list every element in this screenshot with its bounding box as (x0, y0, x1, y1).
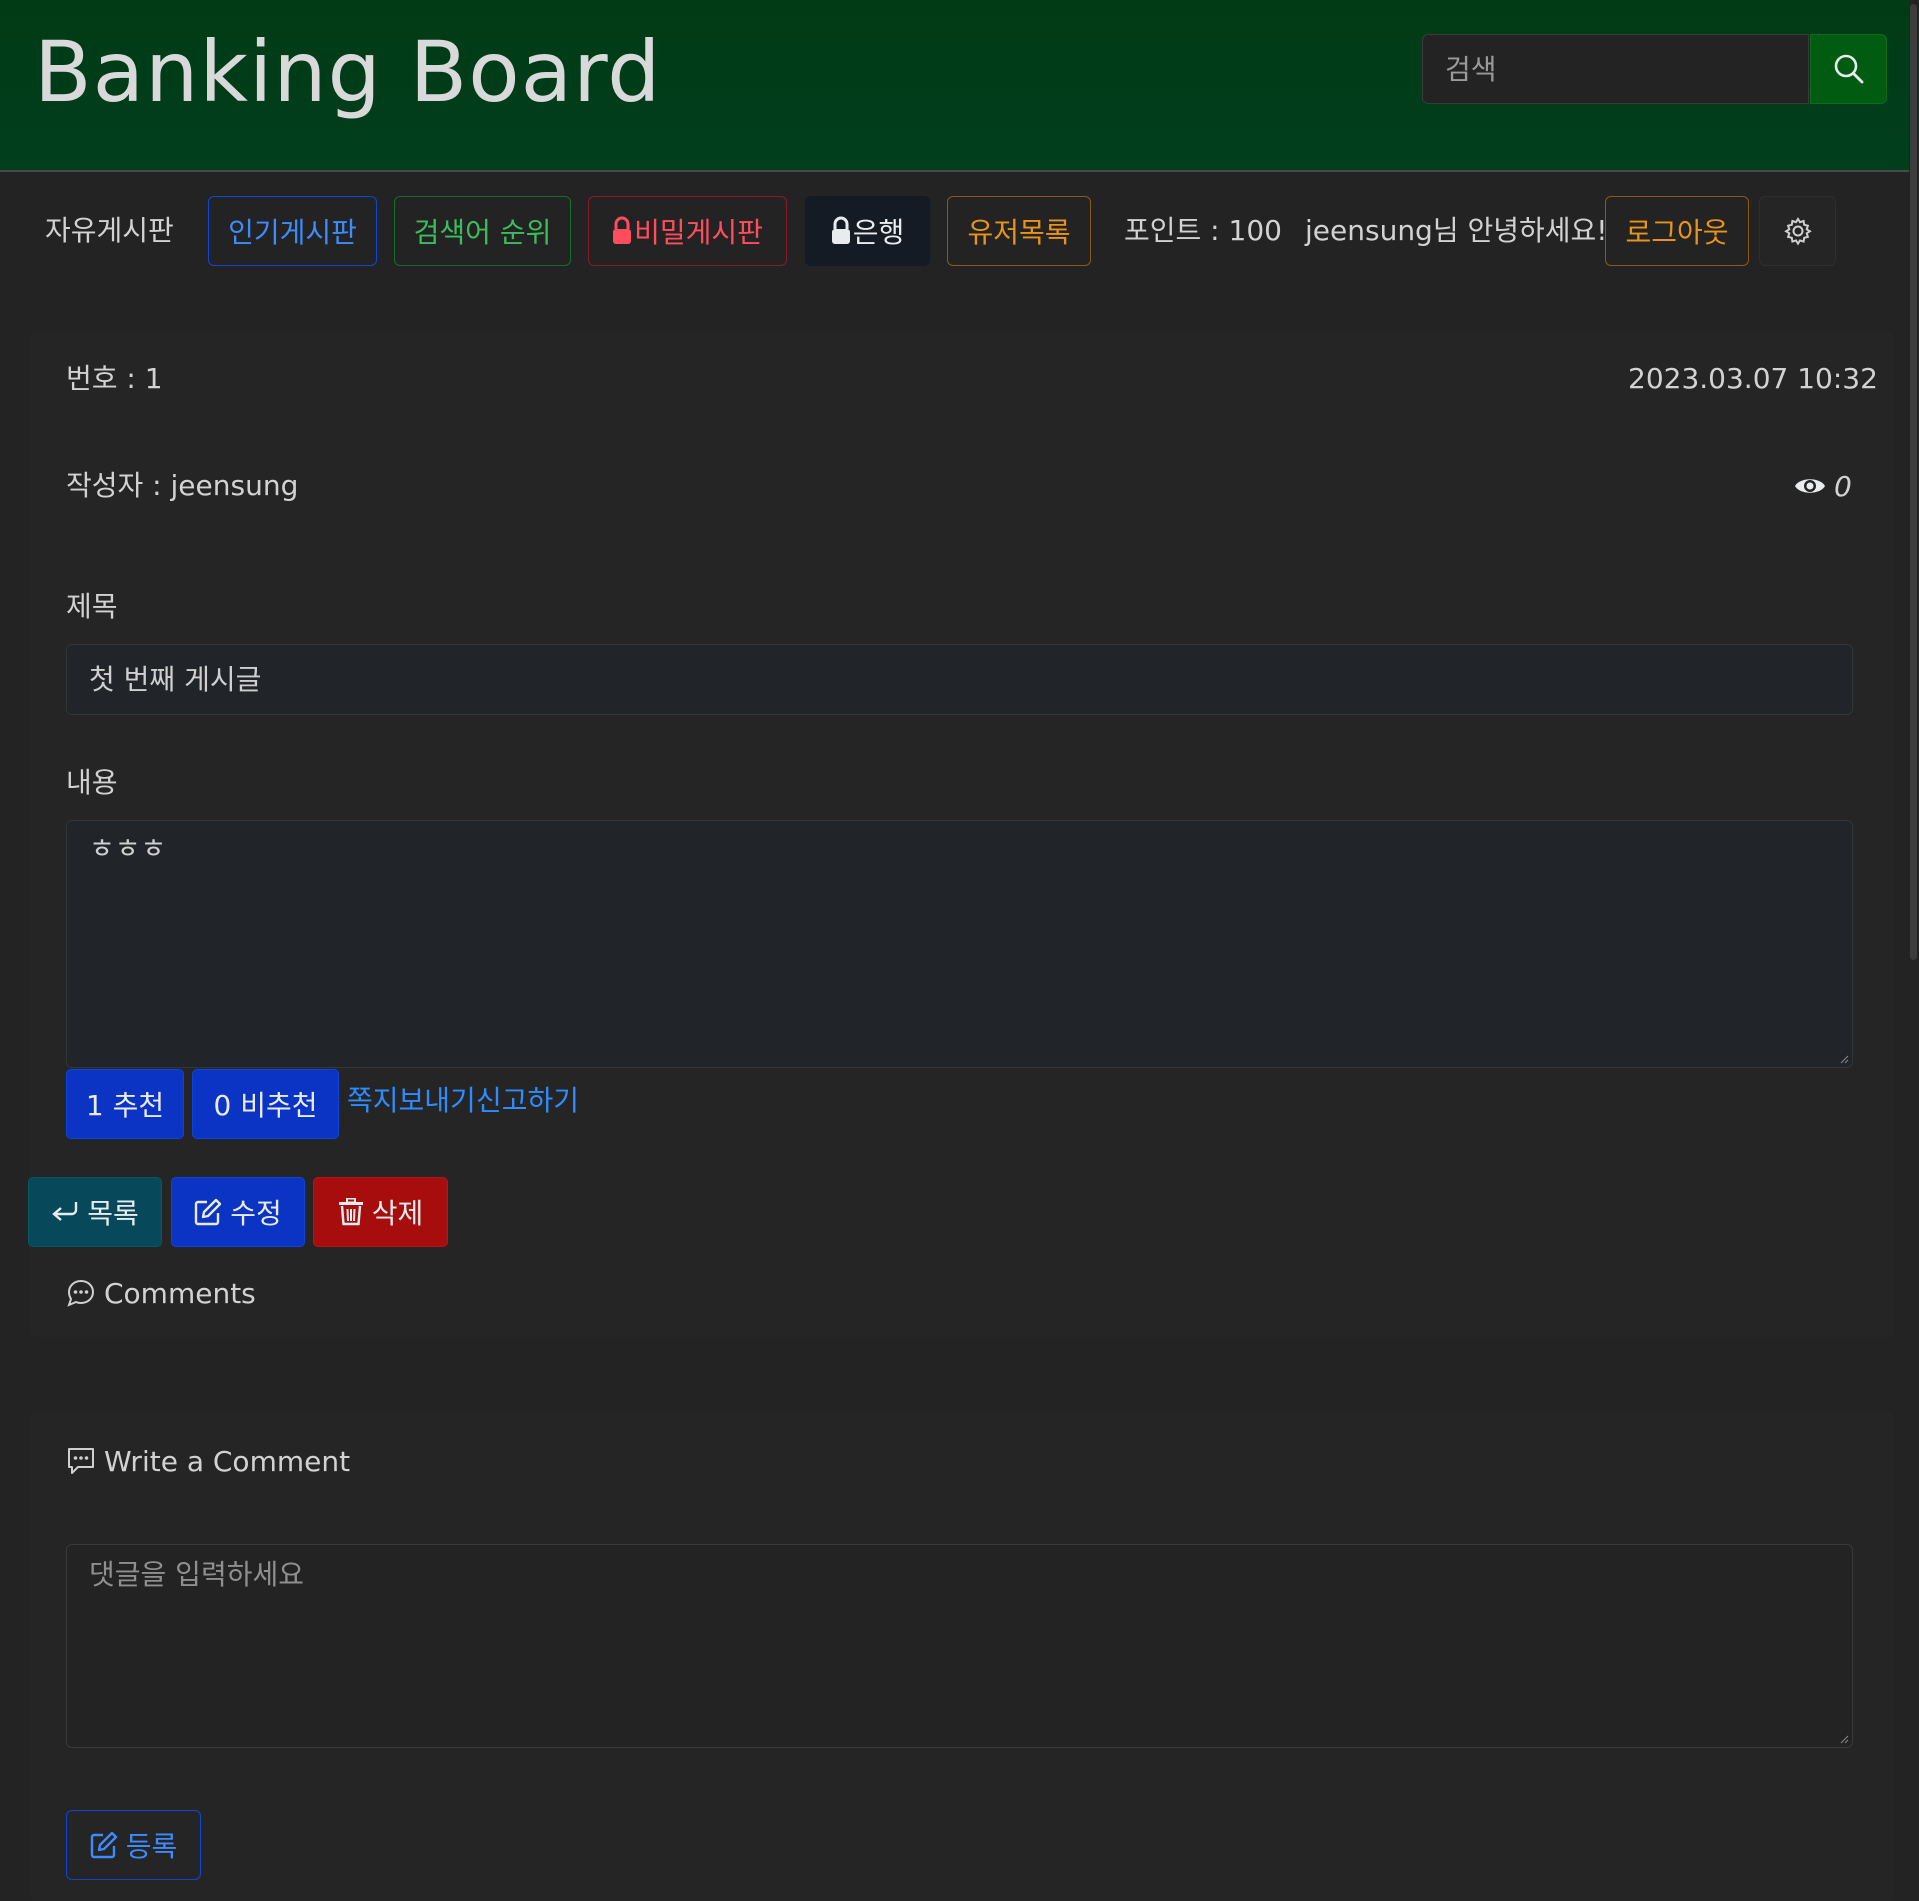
post-number: 번호 : 1 (66, 362, 163, 395)
nav-popular-board-button[interactable]: 인기게시판 (208, 196, 377, 266)
write-comment-heading: Write a Comment (66, 1441, 350, 1481)
delete-button[interactable]: 삭제 (313, 1177, 448, 1247)
search-input[interactable] (1422, 34, 1809, 104)
nav-user-list-button[interactable]: 유저목록 (947, 196, 1091, 266)
eye-icon (1795, 479, 1825, 493)
like-button[interactable]: 1 추천 (66, 1069, 184, 1139)
dislike-button[interactable]: 0 비추천 (192, 1069, 339, 1139)
content-label: 내용 (66, 766, 118, 799)
write-comment-heading-label: Write a Comment (104, 1444, 351, 1478)
top-header: Banking Board (0, 0, 1909, 172)
search-icon (1834, 54, 1863, 84)
nav-search-rank-button[interactable]: 검색어 순위 (394, 196, 571, 266)
send-message-link[interactable]: 쪽지보내기 (347, 1081, 476, 1121)
gear-icon (1783, 217, 1812, 246)
comments-heading-label: Comments (104, 1276, 256, 1310)
lock-icon (613, 216, 632, 244)
chat-square-dots-icon (68, 1448, 94, 1474)
list-button[interactable]: 목록 (28, 1177, 162, 1247)
edit-button-label: 수정 (230, 1197, 282, 1230)
submit-comment-label: 등록 (125, 1830, 178, 1863)
post-author: 작성자 : jeensung (66, 469, 299, 502)
logout-button[interactable]: 로그아웃 (1605, 196, 1749, 266)
main-nav: 자유게시판 인기게시판 검색어 순위 비밀게시판 은행 유저목록 포인트 : 1… (0, 196, 1909, 266)
nav-free-board[interactable]: 자유게시판 (45, 196, 174, 266)
nav-bank-label: 은행 (852, 216, 905, 249)
scrollbar-thumb[interactable] (1910, 4, 1917, 960)
chat-dots-icon (67, 1279, 95, 1307)
settings-button[interactable] (1759, 196, 1836, 266)
trash-icon (338, 1198, 363, 1226)
nav-secret-board-label: 비밀게시판 (634, 216, 763, 249)
content-value: ㅎㅎㅎ (89, 832, 167, 865)
brand-title[interactable]: Banking Board (34, 22, 661, 122)
points-display: 포인트 : 100 (1124, 214, 1282, 247)
list-button-label: 목록 (87, 1197, 139, 1230)
title-label: 제목 (66, 590, 118, 623)
lock-icon (831, 216, 850, 244)
pencil-square-icon (90, 1831, 117, 1859)
comments-heading: Comments (66, 1273, 256, 1313)
post-datetime: 2023.03.07 10:32 (1628, 362, 1878, 395)
report-link[interactable]: 신고하기 (476, 1081, 579, 1121)
view-count-value: 0 (1834, 469, 1852, 503)
delete-button-label: 삭제 (371, 1197, 424, 1230)
return-arrow-icon (52, 1202, 78, 1221)
pencil-square-icon (195, 1198, 222, 1226)
search-button[interactable] (1810, 34, 1887, 104)
edit-button[interactable]: 수정 (171, 1177, 305, 1247)
submit-comment-button[interactable]: 등록 (66, 1810, 201, 1880)
resize-grip-icon[interactable] (1839, 1734, 1849, 1744)
title-field[interactable]: 첫 번째 게시글 (66, 644, 1853, 715)
comment-placeholder: 댓글을 입력하세요 (89, 1558, 304, 1591)
nav-secret-board-button[interactable]: 비밀게시판 (588, 196, 787, 266)
content-textarea[interactable]: ㅎㅎㅎ (66, 820, 1853, 1068)
nav-bank-button[interactable]: 은행 (805, 196, 930, 266)
view-count: 0 (1794, 466, 1852, 506)
comment-textarea[interactable]: 댓글을 입력하세요 (66, 1544, 1853, 1748)
title-value: 첫 번째 게시글 (89, 663, 262, 696)
greeting-text: jeensung님 안녕하세요! (1305, 214, 1608, 247)
resize-grip-icon[interactable] (1839, 1054, 1849, 1064)
